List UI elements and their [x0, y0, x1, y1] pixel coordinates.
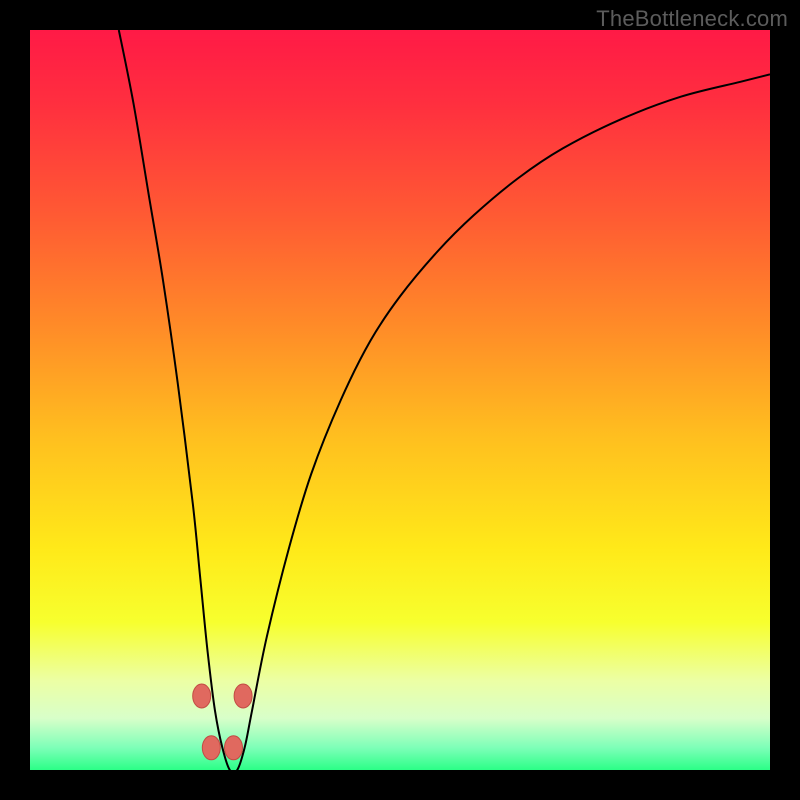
- plot-area: [30, 30, 770, 770]
- curve-marker: [193, 684, 211, 708]
- curve-marker: [225, 736, 243, 760]
- watermark-text: TheBottleneck.com: [596, 6, 788, 32]
- curve-marker: [202, 736, 220, 760]
- curve-line: [119, 30, 770, 770]
- bottleneck-curve: [30, 30, 770, 770]
- chart-frame: TheBottleneck.com: [0, 0, 800, 800]
- curve-marker: [234, 684, 252, 708]
